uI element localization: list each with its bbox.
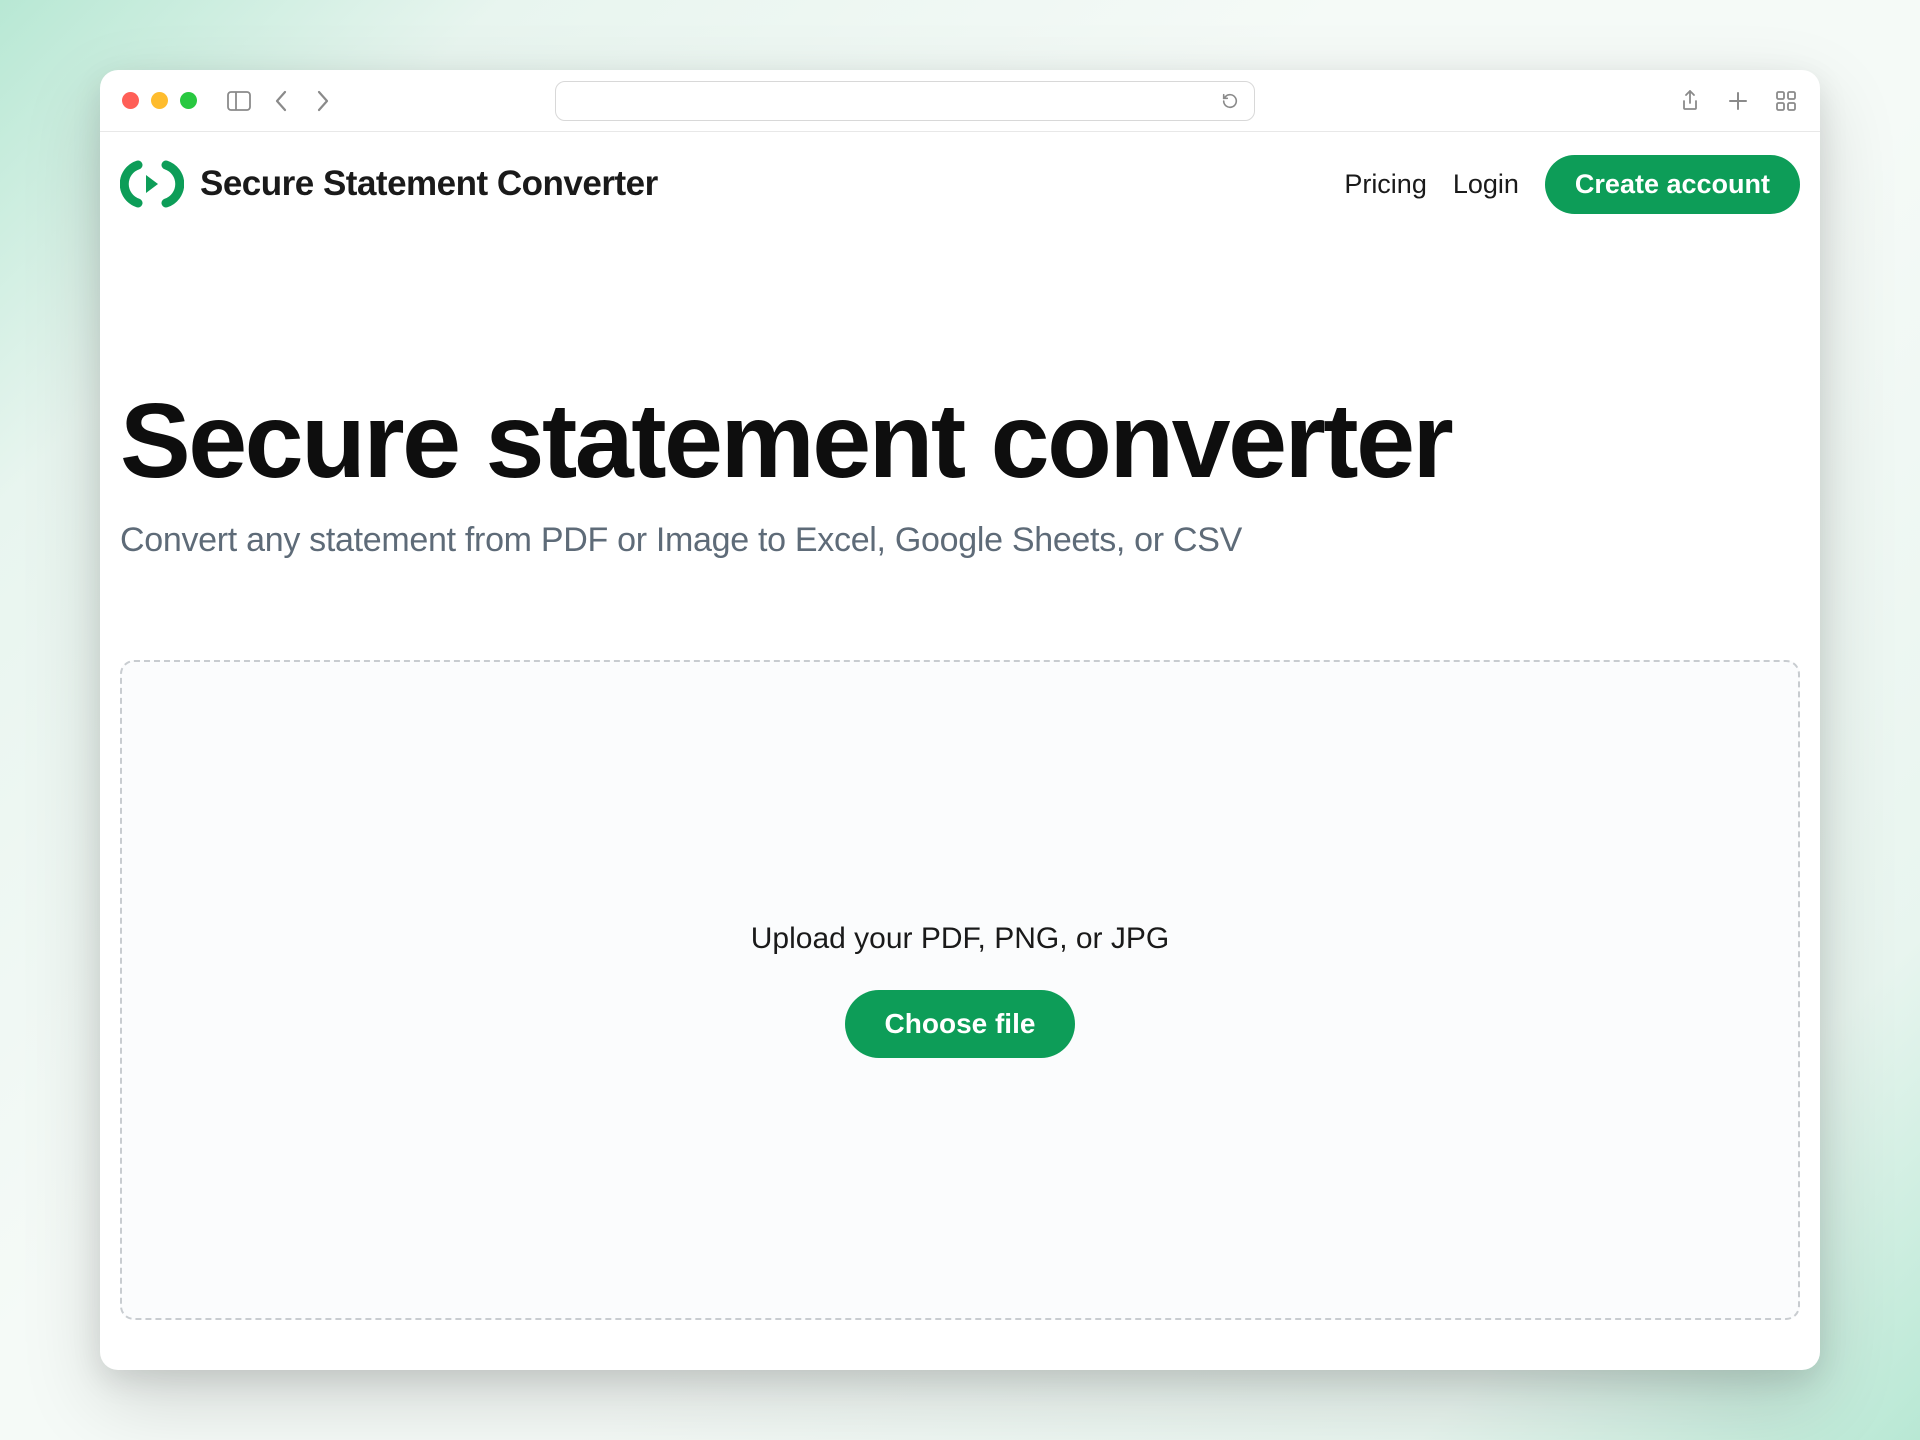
create-account-button[interactable]: Create account bbox=[1545, 155, 1800, 214]
back-button-icon[interactable] bbox=[269, 89, 293, 113]
nav-pricing-link[interactable]: Pricing bbox=[1344, 169, 1427, 200]
tabs-overview-icon[interactable] bbox=[1774, 89, 1798, 113]
upload-dropzone[interactable]: Upload your PDF, PNG, or JPG Choose file bbox=[120, 660, 1800, 1320]
brand-name: Secure Statement Converter bbox=[200, 164, 658, 204]
hero-title: Secure statement converter bbox=[120, 386, 1800, 497]
hero-section: Secure statement converter Convert any s… bbox=[100, 236, 1820, 560]
browser-window: Secure Statement Converter Pricing Login… bbox=[100, 70, 1820, 1370]
browser-chrome bbox=[100, 70, 1820, 132]
window-controls bbox=[122, 92, 197, 109]
close-window-button[interactable] bbox=[122, 92, 139, 109]
nav-login-link[interactable]: Login bbox=[1453, 169, 1519, 200]
brand-logo-icon bbox=[120, 159, 184, 209]
sidebar-toggle-icon[interactable] bbox=[227, 89, 251, 113]
dropzone-label: Upload your PDF, PNG, or JPG bbox=[751, 922, 1169, 956]
forward-button-icon[interactable] bbox=[311, 89, 335, 113]
browser-nav-controls bbox=[227, 89, 335, 113]
hero-subtitle: Convert any statement from PDF or Image … bbox=[120, 521, 1800, 560]
brand[interactable]: Secure Statement Converter bbox=[120, 159, 658, 209]
reload-icon[interactable] bbox=[1220, 91, 1240, 111]
main-nav: Pricing Login Create account bbox=[1344, 155, 1800, 214]
address-bar[interactable] bbox=[555, 81, 1255, 121]
browser-right-controls bbox=[1678, 89, 1798, 113]
share-icon[interactable] bbox=[1678, 89, 1702, 113]
maximize-window-button[interactable] bbox=[180, 92, 197, 109]
new-tab-icon[interactable] bbox=[1726, 89, 1750, 113]
site-header: Secure Statement Converter Pricing Login… bbox=[100, 132, 1820, 236]
page-content: Secure Statement Converter Pricing Login… bbox=[100, 132, 1820, 1370]
minimize-window-button[interactable] bbox=[151, 92, 168, 109]
choose-file-button[interactable]: Choose file bbox=[845, 990, 1076, 1058]
